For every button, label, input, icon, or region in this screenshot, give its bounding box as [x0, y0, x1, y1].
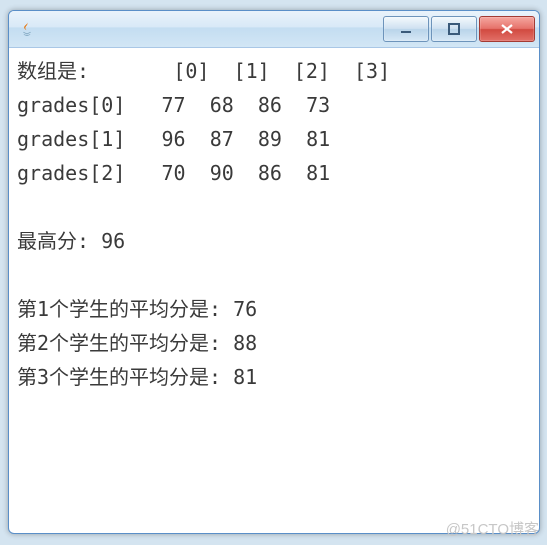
maximize-button[interactable] [431, 16, 477, 42]
avg-label: 第2个学生的平均分是: [17, 331, 221, 355]
row-label: grades[1] [17, 127, 125, 151]
highest-row: 最高分: 96 [17, 224, 531, 258]
col-header: [1] [234, 59, 270, 83]
cell: 73 [306, 93, 330, 117]
console-output: 数组是: [0] [1] [2] [3] grades[0] 77 68 86 … [9, 48, 539, 400]
highest-label: 最高分: [17, 229, 89, 253]
cell: 86 [258, 161, 282, 185]
watermark: @51CTO博客 [446, 518, 539, 539]
cell: 87 [210, 127, 234, 151]
avg-label: 第3个学生的平均分是: [17, 365, 221, 389]
cell: 86 [258, 93, 282, 117]
col-header: [2] [294, 59, 330, 83]
col-header: [0] [173, 59, 209, 83]
titlebar [9, 11, 539, 48]
avg-value: 76 [233, 297, 257, 321]
array-label: 数组是: [17, 59, 89, 83]
cell: 81 [306, 127, 330, 151]
cell: 70 [162, 161, 186, 185]
window-controls [383, 16, 535, 42]
app-window: 数组是: [0] [1] [2] [3] grades[0] 77 68 86 … [8, 10, 540, 534]
cell: 77 [162, 93, 186, 117]
cell: 90 [210, 161, 234, 185]
highest-value: 96 [101, 229, 125, 253]
data-row: grades[2] 70 90 86 81 [17, 156, 531, 190]
avg-value: 81 [233, 365, 257, 389]
data-row: grades[0] 77 68 86 73 [17, 88, 531, 122]
col-header: [3] [354, 59, 390, 83]
data-row: grades[1] 96 87 89 81 [17, 122, 531, 156]
avg-row: 第2个学生的平均分是: 88 [17, 326, 531, 360]
header-row: 数组是: [0] [1] [2] [3] [17, 54, 531, 88]
avg-label: 第1个学生的平均分是: [17, 297, 221, 321]
avg-row: 第3个学生的平均分是: 81 [17, 360, 531, 394]
row-label: grades[0] [17, 93, 125, 117]
minimize-button[interactable] [383, 16, 429, 42]
row-label: grades[2] [17, 161, 125, 185]
cell: 89 [258, 127, 282, 151]
cell: 96 [162, 127, 186, 151]
cell: 81 [306, 161, 330, 185]
avg-value: 88 [233, 331, 257, 355]
close-button[interactable] [479, 16, 535, 42]
java-icon [17, 19, 37, 39]
cell: 68 [210, 93, 234, 117]
avg-row: 第1个学生的平均分是: 76 [17, 292, 531, 326]
